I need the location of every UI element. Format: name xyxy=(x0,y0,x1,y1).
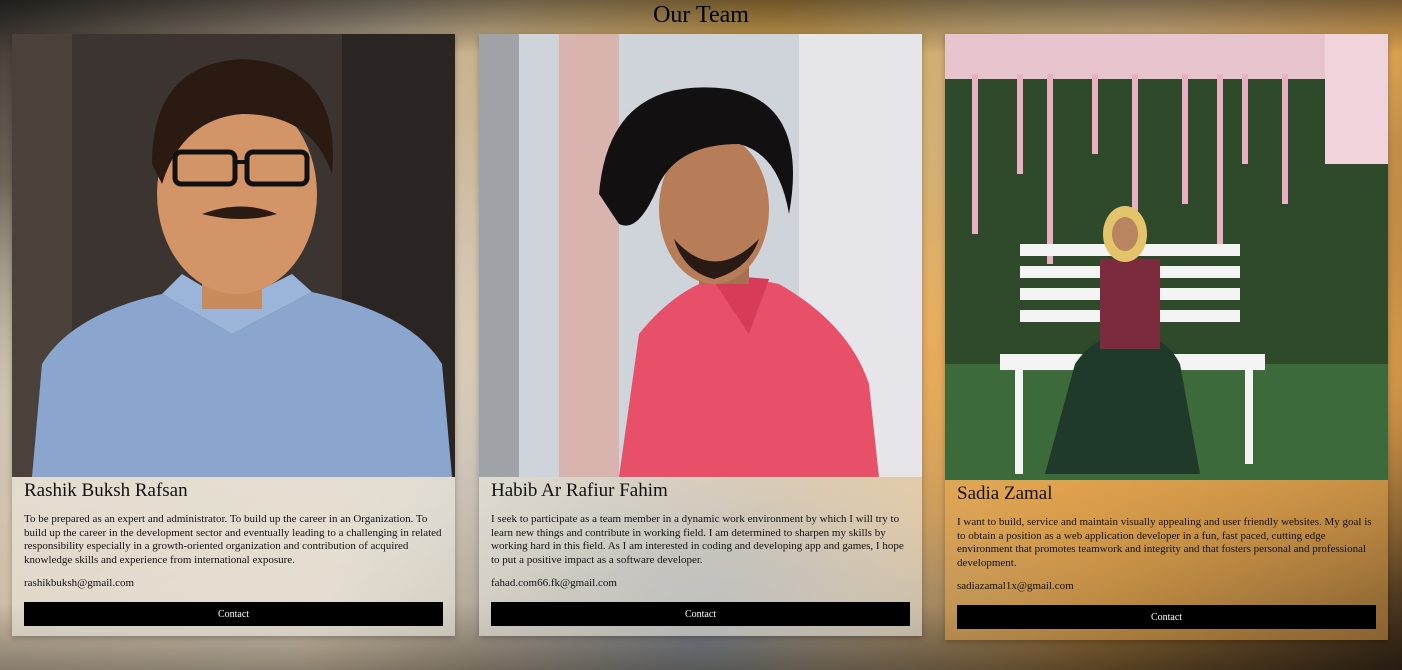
member-email: rashikbuksh@gmail.com xyxy=(24,577,135,589)
member-email: fahad.com66.fk@gmail.com xyxy=(491,577,617,589)
contact-button[interactable]: Contact xyxy=(491,602,910,626)
member-name: Habib Ar Rafiur Fahim xyxy=(491,480,668,501)
contact-button[interactable]: Contact xyxy=(957,605,1376,629)
member-photo xyxy=(479,34,922,477)
page-title: Our Team xyxy=(653,2,749,28)
member-name: Rashik Buksh Rafsan xyxy=(24,480,188,501)
member-bio: To be prepared as an expert and administ… xyxy=(24,513,442,566)
team-card: Rashik Buksh Rafsan To be prepared as an… xyxy=(12,34,455,636)
member-bio: I seek to participate as a team member i… xyxy=(491,513,904,566)
team-card: Habib Ar Rafiur Fahim I seek to particip… xyxy=(479,34,922,636)
member-photo xyxy=(945,34,1388,480)
member-name: Sadia Zamal xyxy=(957,483,1053,504)
member-email: sadiazamal1x@gmail.com xyxy=(957,580,1074,592)
member-photo xyxy=(12,34,455,477)
team-card: Sadia Zamal I want to build, service and… xyxy=(945,34,1388,640)
contact-button[interactable]: Contact xyxy=(24,602,443,626)
member-bio: I want to build, service and maintain vi… xyxy=(957,516,1372,569)
